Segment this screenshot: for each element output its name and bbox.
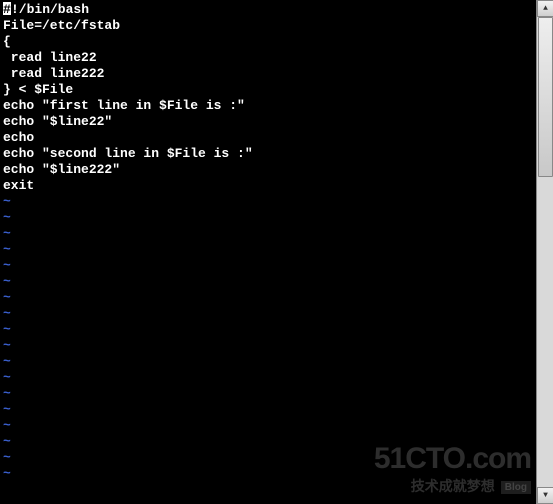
empty-line-tilde: ~ bbox=[3, 450, 536, 466]
code-line-1: #!/bin/bash bbox=[3, 2, 536, 18]
empty-line-tilde: ~ bbox=[3, 354, 536, 370]
empty-line-tilde: ~ bbox=[3, 194, 536, 210]
vertical-scrollbar[interactable]: ▲ ▼ bbox=[536, 0, 553, 504]
scroll-thumb[interactable] bbox=[538, 17, 553, 177]
empty-line-tilde: ~ bbox=[3, 242, 536, 258]
code-line: read line22 bbox=[3, 50, 536, 66]
cursor: # bbox=[3, 2, 11, 15]
empty-line-tilde: ~ bbox=[3, 338, 536, 354]
code-line: echo "first line in $File is :" bbox=[3, 98, 536, 114]
empty-line-tilde: ~ bbox=[3, 434, 536, 450]
code-line: echo "$line222" bbox=[3, 162, 536, 178]
scroll-up-button[interactable]: ▲ bbox=[537, 0, 553, 17]
code-line: } < $File bbox=[3, 82, 536, 98]
empty-line-tilde: ~ bbox=[3, 226, 536, 242]
code-line: echo "second line in $File is :" bbox=[3, 146, 536, 162]
empty-line-tilde: ~ bbox=[3, 322, 536, 338]
empty-line-tilde: ~ bbox=[3, 258, 536, 274]
code-line: File=/etc/fstab bbox=[3, 18, 536, 34]
code-line: read line222 bbox=[3, 66, 536, 82]
empty-line-tilde: ~ bbox=[3, 466, 536, 482]
code-line: echo "$line22" bbox=[3, 114, 536, 130]
code-line: exit bbox=[3, 178, 536, 194]
code-line: { bbox=[3, 34, 536, 50]
empty-line-tilde: ~ bbox=[3, 274, 536, 290]
empty-line-tilde: ~ bbox=[3, 418, 536, 434]
empty-line-tilde: ~ bbox=[3, 402, 536, 418]
terminal-editor[interactable]: #!/bin/bash File=/etc/fstab { read line2… bbox=[0, 0, 536, 504]
empty-line-tilde: ~ bbox=[3, 306, 536, 322]
empty-line-tilde: ~ bbox=[3, 290, 536, 306]
code-line: echo bbox=[3, 130, 536, 146]
empty-line-tilde: ~ bbox=[3, 370, 536, 386]
empty-line-tilde: ~ bbox=[3, 210, 536, 226]
scroll-down-button[interactable]: ▼ bbox=[537, 487, 553, 504]
code-text: !/bin/bash bbox=[11, 2, 89, 17]
empty-line-tilde: ~ bbox=[3, 386, 536, 402]
